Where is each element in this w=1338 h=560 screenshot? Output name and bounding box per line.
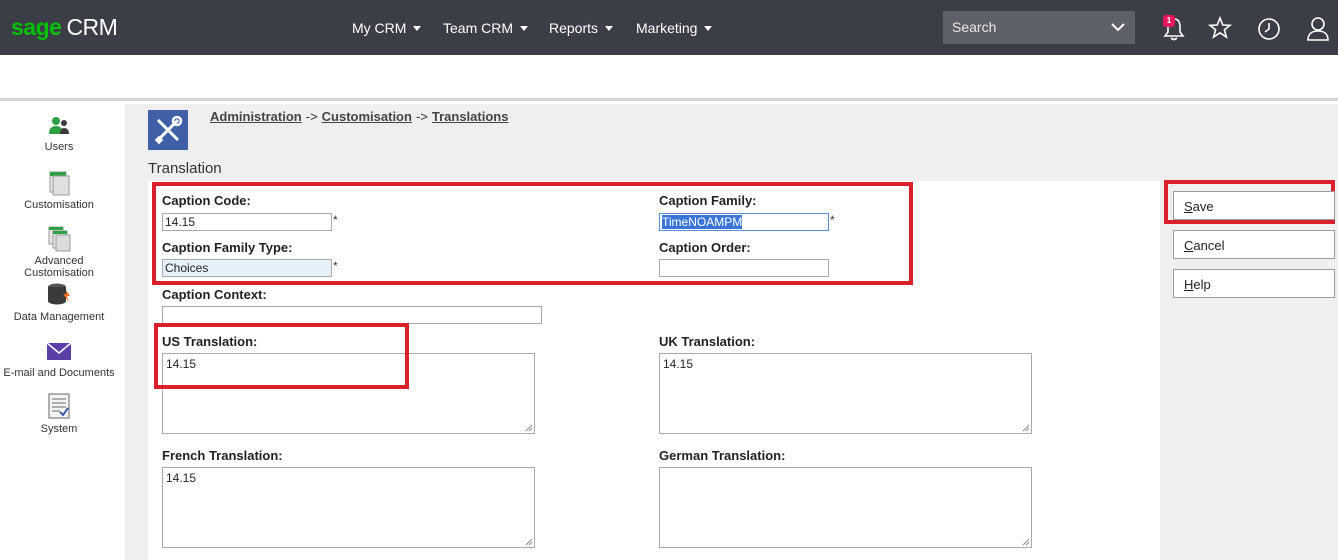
admin-sidebar: Users Customisation Advanced Customisati… [0,104,125,560]
sidebar-item-data-management[interactable]: Data Management [0,282,118,323]
nav-my-crm-label: My CRM [352,20,407,36]
nav-team-crm[interactable]: Team CRM [443,20,529,36]
sidebar-item-label: System [40,423,78,435]
chevron-down-icon[interactable] [1110,20,1126,34]
search-placeholder: Search [952,19,997,35]
caption-family-input[interactable]: TimeNOAMPM [659,213,829,231]
caption-code-value: 14.15 [165,215,196,229]
envelope-icon [46,342,72,360]
breadcrumb-customisation[interactable]: Customisation [322,109,412,124]
breadcrumb-separator: -> [305,109,318,124]
caret-down-icon [704,26,713,31]
user-profile-icon[interactable] [1305,14,1331,42]
required-marker: * [830,213,835,227]
caret-down-icon [520,26,529,31]
save-accesskey: S [1184,199,1193,214]
uk-translation-value: 14.15 [663,357,694,371]
nav-team-crm-label: Team CRM [443,20,514,36]
breadcrumb-administration[interactable]: Administration [210,109,302,124]
star-icon[interactable] [1207,14,1233,42]
section-title: Translation [148,160,222,177]
caption-context-input[interactable] [162,306,542,324]
resize-handle-icon[interactable] [525,538,533,546]
uk-translation-label: UK Translation: [659,334,756,349]
caption-order-label: Caption Order: [659,240,751,255]
breadcrumb-separator: -> [415,109,428,124]
sidebar-item-label: Data Management [13,311,105,323]
caption-family-label: Caption Family: [659,193,757,208]
us-translation-textarea[interactable]: 14.15 [162,353,535,434]
users-icon [49,117,69,134]
caption-family-type-input[interactable]: Choices [162,259,332,277]
sidebar-item-label: Customisation [24,199,94,211]
cancel-button[interactable]: Cancel [1173,230,1335,259]
help-button[interactable]: Help [1173,269,1335,298]
cancel-accesskey: C [1184,238,1194,253]
save-label: ave [1192,199,1214,214]
sidebar-item-advanced-customisation[interactable]: Advanced Customisation [0,226,118,279]
resize-handle-icon[interactable] [525,424,533,432]
required-marker: * [333,213,338,227]
breadcrumb-translations[interactable]: Translations [432,109,509,124]
notification-badge: 1 [1163,15,1175,27]
search-input[interactable]: Search [943,11,1135,44]
logo-crm-text: CRM [66,14,118,40]
sidebar-item-users[interactable]: Users [0,114,118,153]
french-translation-label: French Translation: [162,448,283,463]
caption-code-input[interactable]: 14.15 [162,213,332,231]
cancel-label: ancel [1193,238,1225,253]
required-marker: * [333,259,338,273]
german-translation-textarea[interactable] [659,467,1032,548]
caption-family-type-value: Choices [165,261,209,275]
french-translation-value: 14.15 [166,471,197,485]
sidebar-item-label: E-mail and Documents [3,367,115,379]
resize-handle-icon[interactable] [1022,424,1030,432]
help-label: elp [1193,277,1211,292]
nav-marketing-label: Marketing [636,20,698,36]
sidebar-item-system[interactable]: System [0,392,118,435]
caption-code-label: Caption Code: [162,193,251,208]
caption-family-type-label: Caption Family Type: [162,240,293,255]
resize-handle-icon[interactable] [1022,538,1030,546]
sidebar-item-label: Advanced Customisation [24,255,94,279]
sage-crm-logo[interactable]: sage CRM [11,14,118,41]
us-translation-label: US Translation: [162,334,258,349]
save-button[interactable]: Save [1173,191,1335,220]
sidebar-item-label: Users [44,141,74,153]
breadcrumb: Administration -> Customisation -> Translati… [210,109,508,124]
system-checklist-icon [48,393,70,419]
nav-my-crm[interactable]: My CRM [352,20,422,36]
header-divider [0,98,1338,101]
caption-family-value: TimeNOAMPM [662,215,743,229]
german-translation-label: German Translation: [659,448,786,463]
help-accesskey: H [1184,277,1194,292]
nav-reports-label: Reports [549,20,599,36]
uk-translation-textarea[interactable]: 14.15 [659,353,1032,434]
clock-icon[interactable] [1256,14,1282,42]
advanced-customisation-icon [48,226,71,252]
sidebar-item-customisation[interactable]: Customisation [0,170,118,211]
customisation-icon [49,171,70,196]
top-bar: sage CRM My CRM Team CRM Reports Marketin… [0,0,1338,55]
logo-sage-text: sage [11,14,62,40]
french-translation-textarea[interactable]: 14.15 [162,467,535,548]
caret-down-icon [413,26,422,31]
caption-context-label: Caption Context: [162,287,267,302]
sidebar-item-email-documents[interactable]: E-mail and Documents [0,338,118,379]
nav-marketing[interactable]: Marketing [636,20,713,36]
nav-reports[interactable]: Reports [549,20,614,36]
database-icon [48,283,70,305]
caret-down-icon [605,26,614,31]
administration-tools-icon [148,110,188,150]
us-translation-value: 14.15 [166,357,197,371]
caption-order-input[interactable] [659,259,829,277]
